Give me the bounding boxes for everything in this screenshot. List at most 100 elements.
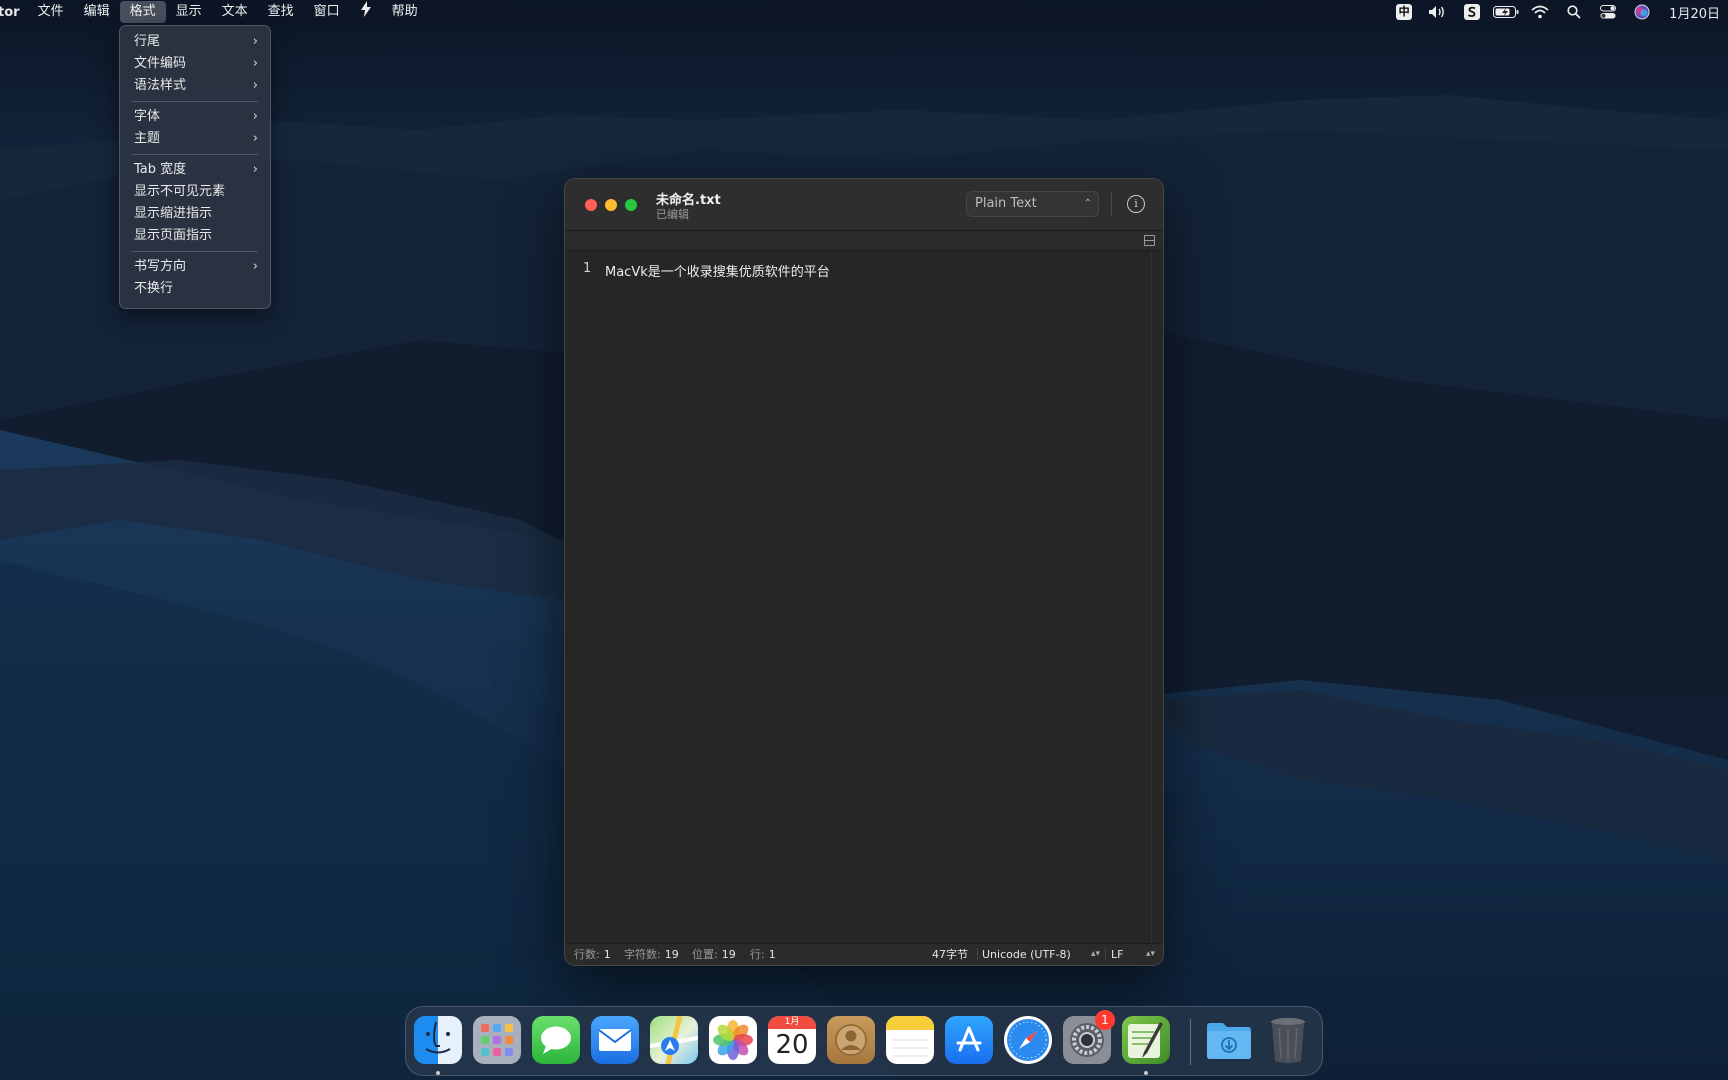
menu-view[interactable]: 显示 — [166, 1, 212, 23]
menu-item-file-encoding[interactable]: 文件编码 › — [120, 53, 270, 75]
chars-value: 19 — [664, 948, 679, 961]
menu-window[interactable]: 窗口 — [304, 1, 350, 23]
mail-icon[interactable] — [591, 1016, 639, 1064]
lines-label: 行数: — [574, 948, 600, 961]
menu-separator — [132, 251, 258, 252]
calendar-month: 1月 — [768, 1016, 816, 1029]
menu-item-show-indent-guides[interactable]: 显示缩进指示 — [120, 203, 270, 225]
line-ending-label: LF — [1111, 948, 1124, 961]
split-editor-icon[interactable] — [1144, 235, 1155, 246]
menu-item-font[interactable]: 字体 › — [120, 106, 270, 128]
sogou-icon[interactable] — [1455, 0, 1489, 24]
row-label: 行: — [750, 948, 765, 961]
menu-item-writing-direction[interactable]: 书写方向 › — [120, 256, 270, 278]
menu-item-label: 显示缩进指示 — [134, 206, 213, 221]
status-area: 中 1月20日 — [1387, 0, 1728, 24]
notes-header — [886, 1016, 934, 1030]
contacts-icon[interactable] — [827, 1016, 875, 1064]
line-number: 1 — [583, 261, 592, 276]
chevron-right-icon: › — [252, 109, 258, 124]
lines-value: 1 — [603, 948, 611, 961]
dock: 1月 20 1 — [405, 1006, 1323, 1076]
notification-badge: 1 — [1095, 1010, 1115, 1030]
editor-line-text[interactable]: MacVk是一个收录搜集优质软件的平台 — [605, 261, 830, 280]
photos-icon[interactable] — [709, 1016, 757, 1064]
input-method-icon[interactable]: 中 — [1387, 0, 1421, 24]
minimize-button[interactable] — [605, 199, 617, 211]
menu-item-tab-width[interactable]: Tab 宽度 › — [120, 159, 270, 181]
menu-item-label: 主题 — [134, 131, 161, 146]
menu-format[interactable]: 格式 — [119, 1, 166, 23]
chevron-right-icon: › — [252, 56, 258, 71]
battery-icon[interactable] — [1489, 0, 1523, 24]
menu-item-line-endings[interactable]: 行尾 › — [120, 31, 270, 53]
coteditor-icon[interactable] — [1122, 1016, 1170, 1064]
menu-edit[interactable]: 编辑 — [74, 1, 120, 23]
up-down-chevron-icon: ▴▾ — [1090, 949, 1100, 959]
menu-separator — [132, 154, 258, 155]
menu-clock[interactable]: 1月20日 — [1659, 3, 1728, 22]
zoom-button[interactable] — [625, 199, 637, 211]
syntax-style-popup[interactable]: Plain Text ⌃ — [966, 191, 1099, 217]
menu-item-show-invisibles[interactable]: 显示不可见元素 — [120, 181, 270, 203]
menu-item-label: 不换行 — [134, 281, 174, 296]
menu-text[interactable]: 文本 — [212, 1, 258, 23]
app-store-icon[interactable] — [945, 1016, 993, 1064]
menu-file[interactable]: 文件 — [28, 1, 74, 23]
toolbar-divider — [1111, 192, 1112, 216]
encoding-popup[interactable]: Unicode (UTF-8) ▴▾ — [982, 944, 1102, 965]
script-menu-icon[interactable] — [350, 0, 382, 25]
launchpad-icon[interactable] — [473, 1016, 521, 1064]
menu-item-label: Tab 宽度 — [134, 162, 187, 177]
app-menu[interactable]: tor — [0, 5, 28, 20]
menu-item-label: 文件编码 — [134, 56, 187, 71]
downloads-folder-icon[interactable] — [1205, 1016, 1253, 1064]
text-editor[interactable]: 1 MacVk是一个收录搜集优质软件的平台 — [565, 252, 1153, 944]
up-down-chevron-icon: ▴▾ — [1145, 949, 1155, 959]
menu-item-label: 语法样式 — [134, 78, 187, 93]
control-center-icon[interactable] — [1591, 0, 1625, 24]
close-button[interactable] — [585, 199, 597, 211]
chevron-right-icon: › — [252, 131, 258, 146]
safari-icon[interactable] — [1004, 1016, 1052, 1064]
status-divider — [977, 948, 978, 961]
menu-item-theme[interactable]: 主题 › — [120, 128, 270, 150]
wifi-icon[interactable] — [1523, 0, 1557, 24]
status-bar: 行数: 1 字符数: 19 位置: 19 行: 1 47字节 Unicode (UTF-… — [565, 943, 1163, 965]
calendar-day: 20 — [775, 1030, 809, 1060]
chevron-right-icon: › — [252, 78, 258, 93]
vertical-scrollbar[interactable] — [1151, 252, 1163, 944]
chars-count: 字符数: 19 — [624, 944, 679, 965]
navigation-bar — [565, 231, 1163, 251]
cursor-position: 位置: 19 — [692, 944, 736, 965]
document-edited-status: 已编辑 — [656, 208, 689, 221]
menu-item-no-wrap[interactable]: 不换行 — [120, 278, 270, 300]
messages-icon[interactable] — [532, 1016, 580, 1064]
calendar-icon[interactable]: 1月 20 — [768, 1016, 816, 1064]
menu-separator — [132, 101, 258, 102]
menu-item-syntax-style[interactable]: 语法样式 › — [120, 75, 270, 97]
cursor-row: 行: 1 — [750, 944, 776, 965]
line-ending-popup[interactable]: LF ▴▾ — [1111, 944, 1157, 965]
trash-icon[interactable] — [1264, 1016, 1312, 1064]
volume-icon[interactable] — [1421, 0, 1455, 24]
position-value: 19 — [721, 948, 736, 961]
chevron-right-icon: › — [252, 34, 258, 49]
notes-icon[interactable] — [886, 1016, 934, 1064]
dock-divider — [1190, 1019, 1191, 1065]
menu-item-show-page-guide[interactable]: 显示页面指示 — [120, 225, 270, 247]
window-titlebar[interactable]: 未命名.txt 已编辑 Plain Text ⌃ i — [565, 179, 1163, 231]
menu-help[interactable]: 帮助 — [382, 1, 428, 23]
menu-item-label: 书写方向 — [134, 259, 187, 274]
siri-icon[interactable] — [1625, 0, 1659, 24]
menu-find[interactable]: 查找 — [258, 1, 304, 23]
running-indicator — [436, 1071, 440, 1075]
chars-label: 字符数: — [624, 948, 661, 961]
spotlight-icon[interactable] — [1557, 0, 1591, 24]
finder-icon[interactable] — [414, 1016, 462, 1064]
lines-count: 行数: 1 — [574, 944, 611, 965]
maps-icon[interactable] — [650, 1016, 698, 1064]
editor-window: 未命名.txt 已编辑 Plain Text ⌃ i 1 MacVk是一个收录搜… — [564, 178, 1164, 966]
info-icon[interactable]: i — [1127, 195, 1145, 213]
menu-item-label: 显示页面指示 — [134, 228, 213, 243]
